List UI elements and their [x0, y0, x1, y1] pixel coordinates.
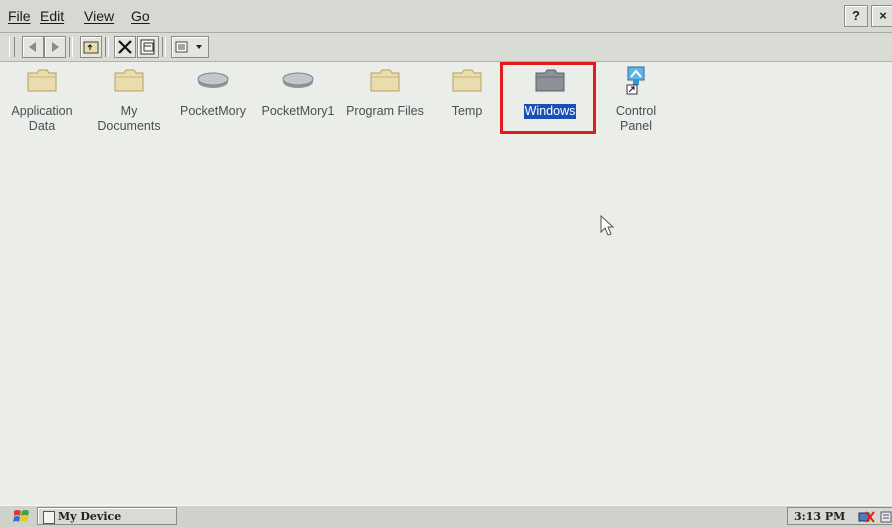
control-panel-shortcut-icon: [626, 66, 645, 95]
folder-icon: [452, 69, 482, 92]
item-pocketmory[interactable]: PocketMory: [171, 62, 255, 119]
network-connection-icon[interactable]: [858, 510, 876, 524]
taskbar: My Device 3:13 PM: [0, 505, 892, 527]
task-label: My Device: [58, 510, 122, 523]
help-button[interactable]: ?: [844, 5, 868, 27]
item-label: PocketMory1: [261, 104, 335, 118]
properties-icon: [140, 39, 155, 55]
forward-arrow-icon: [52, 42, 59, 52]
back-arrow-icon: [29, 42, 36, 52]
delete-button[interactable]: [114, 36, 136, 58]
menu-file[interactable]: File: [8, 8, 31, 24]
window-icon: [43, 511, 55, 524]
menu-bar: File Edit View Go ? ×: [0, 0, 892, 33]
toolbar-separator: [69, 37, 73, 57]
file-list-view[interactable]: Application Data My Documents PocketMory…: [0, 62, 892, 498]
delete-x-icon: [118, 40, 132, 54]
view-list-icon: [175, 41, 202, 53]
start-button-windows-logo-icon[interactable]: [12, 508, 34, 524]
highlight-box: [500, 62, 596, 134]
close-button[interactable]: ×: [871, 5, 892, 27]
item-application-data[interactable]: Application Data: [0, 62, 84, 134]
forward-button[interactable]: [44, 36, 66, 58]
item-label: Temp: [451, 104, 483, 118]
properties-button[interactable]: [137, 36, 159, 58]
clock[interactable]: 3:13 PM: [794, 508, 845, 526]
item-pocketmory1[interactable]: PocketMory1: [256, 62, 340, 119]
mouse-pointer-icon: [600, 215, 615, 236]
keyboard-input-icon[interactable]: [880, 510, 892, 524]
toolbar-separator: [105, 37, 109, 57]
storage-card-icon: [197, 72, 229, 88]
folder-icon: [27, 69, 57, 92]
item-label: My Documents: [97, 104, 161, 133]
up-folder-icon: [83, 41, 99, 54]
item-my-documents[interactable]: My Documents: [87, 62, 171, 134]
menu-go[interactable]: Go: [131, 8, 150, 24]
system-tray: 3:13 PM: [787, 507, 892, 525]
back-button[interactable]: [22, 36, 44, 58]
item-label: Application Data: [11, 104, 73, 133]
item-control-panel[interactable]: Control Panel: [594, 62, 678, 134]
item-temp[interactable]: Temp: [425, 62, 509, 119]
item-label: PocketMory: [180, 104, 246, 118]
menu-edit[interactable]: Edit: [40, 8, 64, 24]
folder-icon: [370, 69, 400, 92]
taskbar-task-my-device[interactable]: My Device: [37, 507, 177, 525]
toolbar: [0, 33, 892, 62]
toolbar-separator: [162, 37, 166, 57]
folder-icon: [114, 69, 144, 92]
item-label: Control Panel: [615, 104, 657, 133]
toolbar-grip[interactable]: [9, 37, 15, 57]
item-program-files[interactable]: Program Files: [343, 62, 427, 119]
view-menu-button[interactable]: [171, 36, 209, 58]
storage-card-icon: [282, 72, 314, 88]
up-folder-button[interactable]: [80, 36, 102, 58]
item-label: Program Files: [346, 104, 424, 118]
menu-view[interactable]: View: [84, 8, 114, 24]
